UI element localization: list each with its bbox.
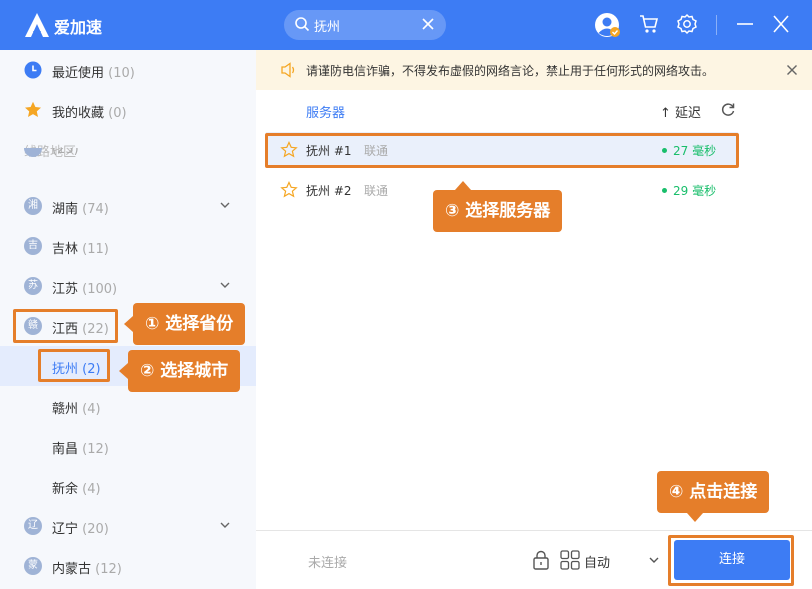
callout-arrow [687, 513, 703, 522]
sidebar-item-neimenggu[interactable]: 蒙 内蒙古 (12) [0, 546, 256, 586]
title-bar: 爱加速 [0, 0, 812, 50]
city-item-ganzhou[interactable]: 赣州 (4) [0, 386, 256, 426]
gear-icon[interactable] [676, 13, 698, 35]
chevron-down-icon[interactable] [219, 280, 231, 290]
sidebar-item-label: 我的收藏 (0) [52, 106, 127, 121]
search-input[interactable] [314, 15, 414, 35]
server-column-header[interactable]: 服务器 [306, 102, 345, 121]
latency-dot [662, 188, 667, 193]
callout-arrow [455, 181, 471, 190]
speaker-icon [281, 62, 295, 78]
chevron-down-icon[interactable] [648, 555, 660, 565]
callout-step2: ② 选择城市 [119, 350, 241, 392]
callout-step4: ④ 点击连接 [657, 471, 770, 522]
clear-search-icon[interactable] [421, 17, 435, 31]
city-item-nanchang[interactable]: 南昌 (12) [0, 426, 256, 466]
favorite-star-icon[interactable] [280, 141, 298, 159]
sidebar-item-jiangsu[interactable]: 苏 江苏 (100) [0, 266, 256, 306]
refresh-icon[interactable] [720, 102, 736, 118]
clock-icon [24, 61, 42, 79]
server-isp: 联通 [364, 144, 389, 158]
notice-text: 请谨防电信诈骗，不得发布虚假的网络言论，禁止用于任何形式的网络攻击。 [306, 64, 715, 78]
callout-step1: ① 选择省份 [124, 303, 246, 345]
sidebar-item-partial[interactable]: (23) [0, 148, 256, 170]
favorite-star-icon[interactable] [280, 181, 298, 199]
server-latency: 27 毫秒 [662, 142, 716, 159]
notice-close-icon[interactable] [786, 64, 798, 76]
search-box[interactable] [284, 10, 446, 40]
server-latency: 29 毫秒 [662, 182, 716, 199]
latency-sort-header[interactable]: ↑ 延迟 [660, 102, 701, 121]
app-logo-icon [25, 13, 49, 37]
notice-bar: 请谨防电信诈骗，不得发布虚假的网络言论，禁止用于任何形式的网络攻击。 [256, 50, 812, 90]
province-badge [24, 148, 42, 157]
sidebar-item-liaoning[interactable]: 辽 辽宁 (20) [0, 506, 256, 546]
callout-step3: ③ 选择服务器 [433, 181, 563, 232]
connect-button[interactable]: 连接 [674, 540, 790, 580]
server-name: 抚州 #2 [306, 184, 352, 198]
latency-dot [662, 148, 667, 153]
province-badge: 湘 [24, 197, 42, 215]
sidebar-item-recent[interactable]: 最近使用 (10) [0, 50, 256, 90]
server-name: 抚州 #1 [306, 144, 352, 158]
user-avatar-icon[interactable] [594, 12, 621, 39]
sidebar-item-jilin[interactable]: 吉 吉林 (11) [0, 226, 256, 266]
search-icon [295, 17, 310, 32]
province-badge: 苏 [24, 277, 42, 295]
province-badge: 辽 [24, 517, 42, 535]
sidebar-item-label: (23) [52, 148, 79, 157]
callout-arrow [119, 363, 128, 379]
chevron-down-icon[interactable] [219, 520, 231, 530]
minimize-icon[interactable] [736, 13, 754, 35]
province-badge: 吉 [24, 237, 42, 255]
chevron-down-icon[interactable] [219, 200, 231, 210]
city-item-xinyu[interactable]: 新余 (4) [0, 466, 256, 506]
lock-icon[interactable] [532, 550, 550, 570]
server-row[interactable]: 抚州 #1 联通 27 毫秒 [266, 132, 738, 168]
cart-icon[interactable] [638, 13, 660, 35]
sidebar-item-hunan[interactable]: 湘 湖南 (74) [0, 186, 256, 226]
star-icon [25, 101, 41, 117]
close-icon[interactable] [772, 13, 790, 35]
province-badge: 蒙 [24, 557, 42, 575]
connection-status: 未连接 [308, 556, 348, 571]
mode-select[interactable]: 自动 [584, 552, 610, 571]
sidebar-item-favorites[interactable]: 我的收藏 (0) [0, 90, 256, 130]
server-isp: 联通 [364, 184, 389, 198]
callout-arrow [124, 316, 133, 332]
titlebar-divider [716, 15, 717, 35]
app-name: 爱加速 [54, 18, 103, 37]
grid-mode-icon[interactable] [560, 550, 580, 570]
province-badge: 赣 [24, 317, 42, 335]
sidebar-item-label: 最近使用 (10) [52, 66, 135, 81]
